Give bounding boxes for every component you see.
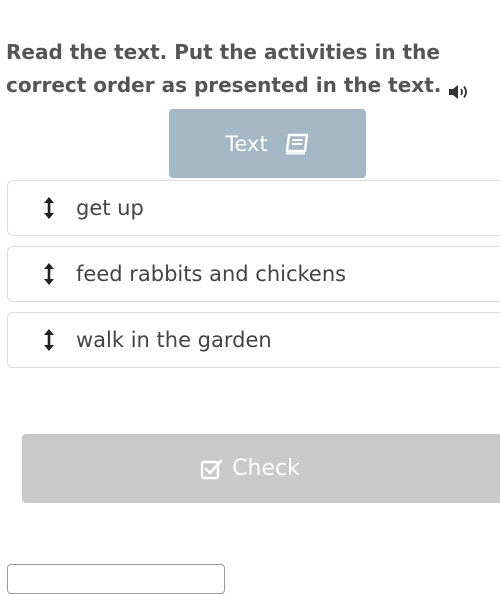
checkbox-icon [200, 458, 232, 480]
drag-handle-icon[interactable] [37, 328, 61, 352]
item-label: get up [76, 196, 144, 220]
book-icon [284, 133, 310, 155]
instruction-text: Read the text. Put the activities in the… [6, 40, 442, 97]
check-button[interactable]: Check [22, 434, 500, 503]
sortable-item[interactable]: walk in the garden [7, 312, 500, 368]
text-button-label: Text [225, 131, 268, 156]
text-button[interactable]: Text [169, 109, 366, 178]
sortable-item[interactable]: get up [7, 180, 500, 236]
drag-handle-icon[interactable] [37, 196, 61, 220]
item-label: walk in the garden [76, 328, 272, 352]
drag-handle-icon[interactable] [37, 262, 61, 286]
task-instruction: Read the text. Put the activities in the… [6, 36, 496, 102]
item-label: feed rabbits and chickens [76, 262, 347, 286]
check-button-label: Check [232, 456, 300, 481]
speaker-icon[interactable] [447, 78, 473, 99]
sortable-item[interactable]: feed rabbits and chickens [7, 246, 500, 302]
bottom-button-partial[interactable] [7, 564, 225, 594]
